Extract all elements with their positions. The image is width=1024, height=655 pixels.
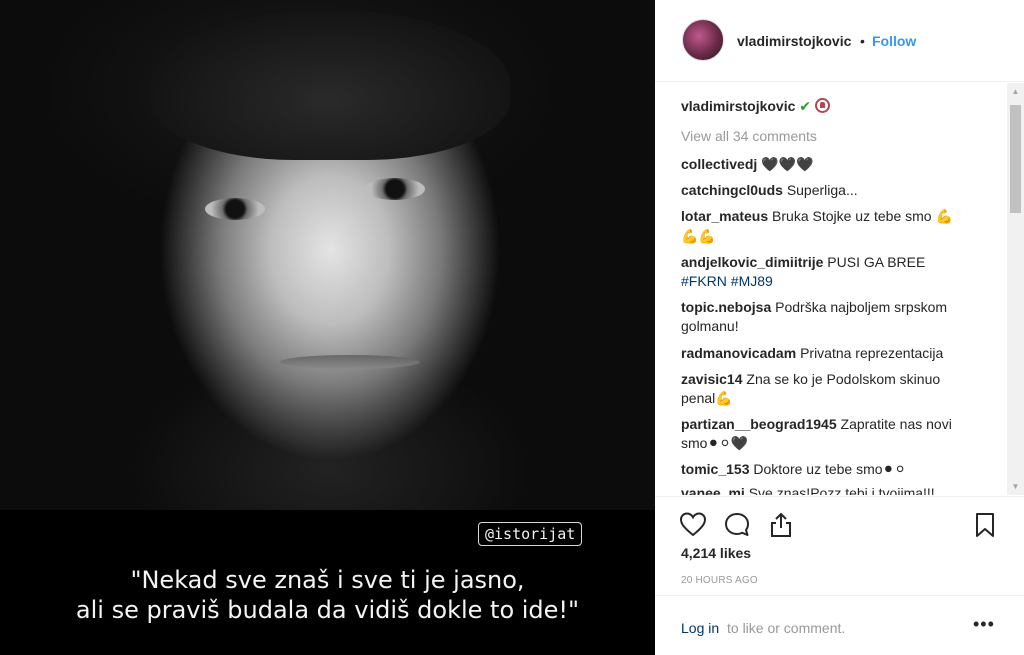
comment-username[interactable]: catchingcl0uds bbox=[681, 182, 783, 198]
comment-text: PUSI GA BREE bbox=[827, 254, 926, 270]
follow-button[interactable]: Follow bbox=[872, 33, 916, 49]
post-header: vladimirstojkovic • Follow bbox=[655, 0, 1024, 82]
comment-text: Superliga... bbox=[786, 182, 858, 198]
comment-text: Bruka Stojke uz tebe smo 💪 bbox=[772, 208, 953, 224]
comment-text: Doktore uz tebe smo⚫⚪ bbox=[753, 461, 907, 477]
checkmark-icon: ✔ bbox=[799, 98, 812, 114]
comment-text: Podrška najboljem srpskom bbox=[775, 299, 948, 315]
share-icon[interactable] bbox=[767, 511, 795, 539]
bookmark-icon[interactable] bbox=[971, 511, 999, 539]
comments-list[interactable]: vladimirstojkovic ✔ View all 34 comments… bbox=[655, 83, 1007, 495]
header-username[interactable]: vladimirstojkovic bbox=[737, 33, 851, 49]
photo-mouth bbox=[280, 355, 420, 369]
view-all-comments-link[interactable]: View all 34 comments bbox=[681, 127, 817, 145]
comment-username[interactable]: lotar_mateus bbox=[681, 208, 768, 224]
scroll-thumb[interactable] bbox=[1010, 105, 1021, 213]
photo-hair bbox=[150, 10, 510, 160]
comment-row: zavisic14 Zna se ko je Podolskom skinuo bbox=[681, 370, 940, 388]
watermark-label: @istorijat bbox=[478, 522, 583, 546]
comment-text: 🖤🖤🖤 bbox=[761, 156, 814, 172]
comment-username[interactable]: collectivedj bbox=[681, 156, 757, 172]
more-options-icon[interactable]: ••• bbox=[973, 614, 995, 635]
comment-continuation: penal💪 bbox=[681, 390, 733, 406]
comment-username[interactable]: radmanovicadam bbox=[681, 345, 796, 361]
comment-text: Zna se ko je Podolskom skinuo bbox=[746, 371, 941, 387]
post-timestamp[interactable]: 20 HOURS AGO bbox=[681, 575, 758, 586]
heart-icon[interactable] bbox=[679, 511, 707, 539]
quote-text: "Nekad sve znaš i sve ti je jasno, ali s… bbox=[0, 565, 655, 625]
photo-left-eye bbox=[205, 198, 265, 220]
avatar[interactable] bbox=[682, 19, 724, 61]
comment-row: tomic_153 Doktore uz tebe smo⚫⚪ bbox=[681, 460, 906, 478]
login-prompt-text: to like or comment. bbox=[727, 620, 846, 636]
comment-continuation: golmanu! bbox=[681, 318, 739, 334]
comment-row: vanee_mi Sve znas!Pozz tebi i tvojima!!! bbox=[681, 484, 935, 495]
comment-row: partizan__beograd1945 Zapratite nas novi bbox=[681, 415, 952, 433]
quote-line-2: ali se praviš budala da vidiš dokle to i… bbox=[75, 596, 580, 624]
caption-row: vladimirstojkovic ✔ bbox=[681, 97, 830, 115]
comment-hashtags[interactable]: #FKRN #MJ89 bbox=[681, 272, 773, 290]
login-bar: Log in to like or comment. ••• bbox=[655, 595, 1024, 655]
comment-row: andjelkovic_dimiitrije PUSI GA BREE bbox=[681, 253, 925, 271]
comments-scrollbar[interactable]: ▲ ▼ bbox=[1007, 83, 1024, 495]
comment-continuation: 💪💪 bbox=[681, 228, 716, 244]
login-link[interactable]: Log in bbox=[681, 620, 719, 636]
comment-row: topic.nebojsa Podrška najboljem srpskom bbox=[681, 298, 947, 316]
scroll-up-arrow-icon[interactable]: ▲ bbox=[1007, 83, 1024, 100]
comment-row: radmanovicadam Privatna reprezentacija bbox=[681, 344, 943, 362]
comment-username[interactable]: vanee_mi bbox=[681, 485, 745, 495]
comment-text: Privatna reprezentacija bbox=[800, 345, 944, 361]
likes-count[interactable]: 4,214 likes bbox=[681, 545, 751, 561]
caption-username[interactable]: vladimirstojkovic bbox=[681, 98, 795, 114]
quote-line-1: "Nekad sve znaš i sve ti je jasno, bbox=[130, 566, 525, 594]
scroll-down-arrow-icon[interactable]: ▼ bbox=[1007, 478, 1024, 495]
comment-username[interactable]: tomic_153 bbox=[681, 461, 749, 477]
comment-row: catchingcl0uds Superliga... bbox=[681, 181, 858, 199]
comment-username[interactable]: topic.nebojsa bbox=[681, 299, 771, 315]
comment-username[interactable]: andjelkovic_dimiitrije bbox=[681, 254, 823, 270]
comment-continuation: smo⚫⚪🖤 bbox=[681, 435, 749, 451]
comment-text: Zapratite nas novi bbox=[840, 416, 952, 432]
comment-username[interactable]: partizan__beograd1945 bbox=[681, 416, 837, 432]
comment-row: collectivedj 🖤🖤🖤 bbox=[681, 155, 813, 173]
post-side-panel: vladimirstojkovic • Follow vladimirstojk… bbox=[655, 0, 1024, 655]
comment-username[interactable]: zavisic14 bbox=[681, 371, 743, 387]
comment-text: Sve znas!Pozz tebi i tvojima!!! bbox=[748, 485, 935, 495]
header-separator: • bbox=[860, 33, 865, 49]
post-media[interactable]: @istorijat "Nekad sve znaš i sve ti je j… bbox=[0, 0, 655, 655]
comment-icon[interactable] bbox=[723, 511, 751, 539]
bell-icon bbox=[814, 98, 830, 113]
comment-row: lotar_mateus Bruka Stojke uz tebe smo 💪 bbox=[681, 207, 953, 225]
post-photo[interactable] bbox=[0, 0, 655, 510]
photo-right-eye bbox=[365, 178, 425, 200]
